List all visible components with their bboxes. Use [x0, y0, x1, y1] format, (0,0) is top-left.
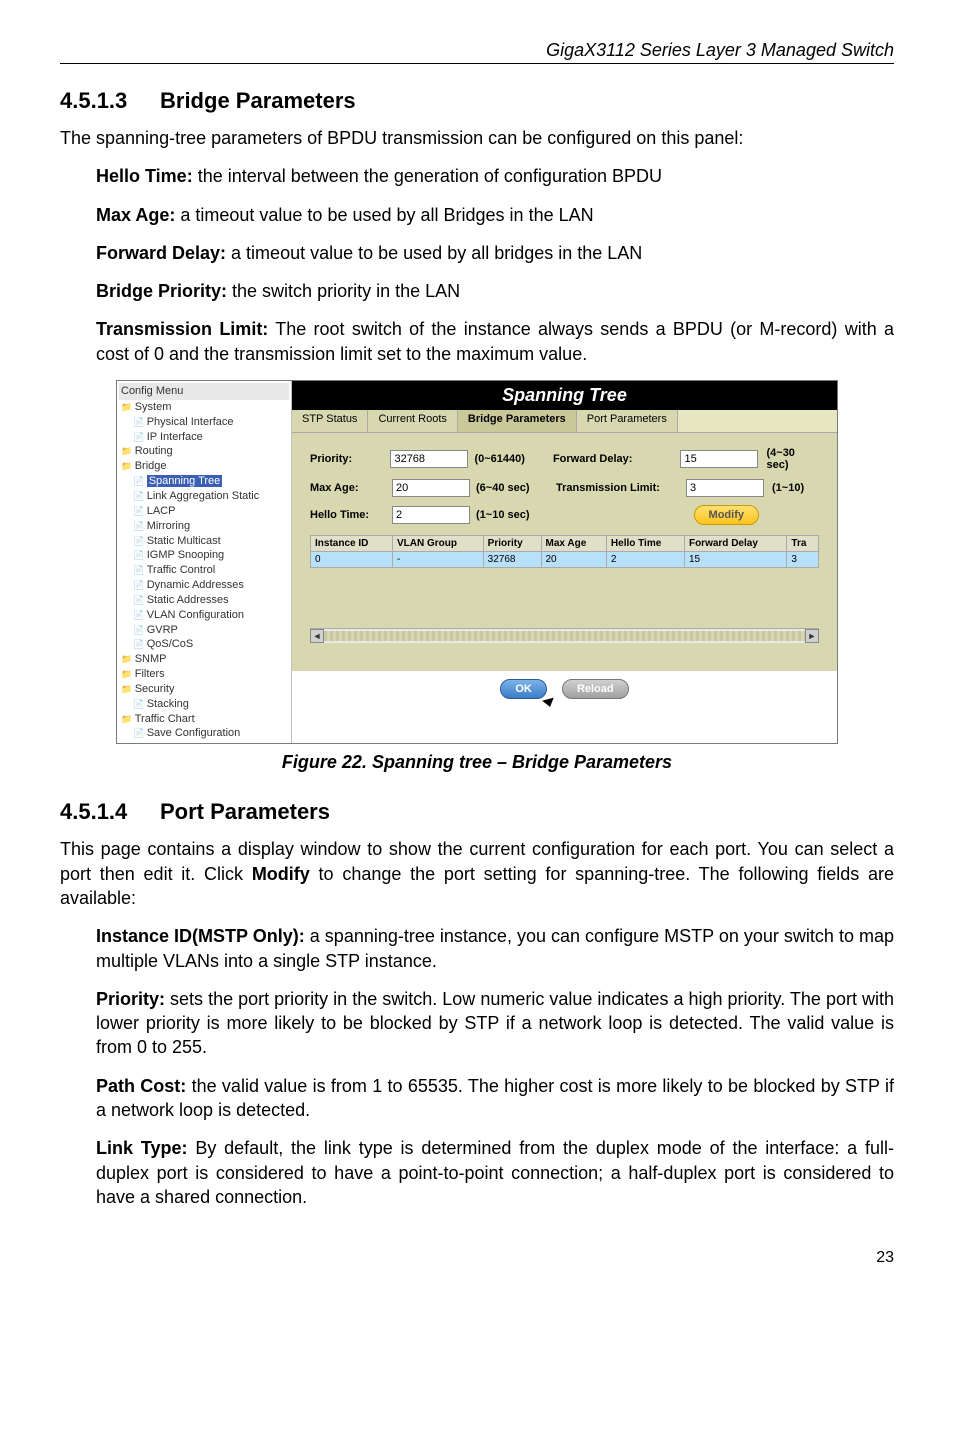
- tree-gvrp[interactable]: GVRP: [119, 623, 289, 638]
- path-cost-desc: Path Cost: the valid value is from 1 to …: [96, 1074, 894, 1123]
- max-age-label: Max Age:: [310, 482, 392, 494]
- scroll-left-arrow-icon[interactable]: ◄: [310, 629, 324, 643]
- tree-spanning-tree[interactable]: Spanning Tree: [119, 474, 289, 489]
- tree-system[interactable]: System: [119, 400, 289, 415]
- tree-bridge[interactable]: Bridge: [119, 459, 289, 474]
- grid-header[interactable]: VLAN Group: [392, 536, 483, 552]
- tree-mirroring[interactable]: Mirroring: [119, 519, 289, 534]
- transmission-limit-desc: Transmission Limit: The root switch of t…: [96, 317, 894, 366]
- tree-filters[interactable]: Filters: [119, 667, 289, 682]
- tree-traffic-chart[interactable]: Traffic Chart: [119, 712, 289, 727]
- instance-id-desc: Instance ID(MSTP Only): a spanning-tree …: [96, 924, 894, 973]
- tree-static-multicast[interactable]: Static Multicast: [119, 534, 289, 549]
- forward-delay-input[interactable]: [680, 450, 758, 468]
- hello-time-label: Hello Time:: [310, 509, 392, 521]
- tab-bar: STP Status Current Roots Bridge Paramete…: [292, 410, 837, 433]
- section-heading-port-parameters: 4.5.1.4Port Parameters: [60, 799, 894, 825]
- tree-link-agg-static[interactable]: Link Aggregation Static: [119, 489, 289, 504]
- transmission-limit-label: Transmission Limit:: [556, 482, 686, 494]
- tab-stp-status[interactable]: STP Status: [292, 410, 368, 432]
- tree-qos-cos[interactable]: QoS/CoS: [119, 637, 289, 652]
- tree-physical-interface[interactable]: Physical Interface: [119, 415, 289, 430]
- tab-port-parameters[interactable]: Port Parameters: [577, 410, 678, 432]
- tree-security[interactable]: Security: [119, 682, 289, 697]
- panel-title: Spanning Tree: [292, 381, 837, 410]
- bridge-params-form: Priority: (0~61440) Forward Delay: (4~30…: [292, 433, 837, 671]
- section-heading-bridge-parameters: 4.5.1.3Bridge Parameters: [60, 88, 894, 114]
- reload-button[interactable]: Reload: [562, 679, 629, 699]
- forward-delay-desc: Forward Delay: a timeout value to be use…: [96, 241, 894, 265]
- forward-delay-hint: (4~30 sec): [758, 447, 819, 471]
- port-params-intro: This page contains a display window to s…: [60, 837, 894, 910]
- transmission-limit-input[interactable]: [686, 479, 764, 497]
- max-age-input[interactable]: [392, 479, 470, 497]
- grid-header[interactable]: Tra: [787, 536, 819, 552]
- modify-button[interactable]: Modify: [694, 505, 759, 525]
- figure-22-screenshot: Config Menu System Physical Interface IP…: [116, 380, 838, 744]
- priority-hint: (0~61440): [468, 453, 552, 465]
- instance-grid: Instance ID VLAN Group Priority Max Age …: [310, 535, 819, 568]
- grid-header[interactable]: Max Age: [541, 536, 606, 552]
- grid-header[interactable]: Instance ID: [311, 536, 393, 552]
- tree-stacking[interactable]: Stacking: [119, 697, 289, 712]
- tree-traffic-control[interactable]: Traffic Control: [119, 563, 289, 578]
- max-age-desc: Max Age: a timeout value to be used by a…: [96, 203, 894, 227]
- figure-caption: Figure 22. Spanning tree – Bridge Parame…: [60, 752, 894, 773]
- running-header: GigaX3112 Series Layer 3 Managed Switch: [60, 40, 894, 61]
- grid-row[interactable]: 0 - 32768 20 2 15 3: [311, 552, 819, 568]
- forward-delay-label: Forward Delay:: [553, 453, 681, 465]
- hello-time-input[interactable]: [392, 506, 470, 524]
- scroll-right-arrow-icon[interactable]: ►: [805, 629, 819, 643]
- tree-routing[interactable]: Routing: [119, 444, 289, 459]
- priority-input[interactable]: [390, 450, 468, 468]
- tree-dynamic-addresses[interactable]: Dynamic Addresses: [119, 578, 289, 593]
- page-number: 23: [60, 1249, 894, 1267]
- intro-paragraph: The spanning-tree parameters of BPDU tra…: [60, 126, 894, 150]
- grid-header[interactable]: Priority: [483, 536, 541, 552]
- ok-button[interactable]: OK: [500, 679, 547, 699]
- hello-time-hint: (1~10 sec): [470, 509, 556, 521]
- grid-header[interactable]: Forward Delay: [684, 536, 786, 552]
- max-age-hint: (6~40 sec): [470, 482, 556, 494]
- priority-desc: Priority: sets the port priority in the …: [96, 987, 894, 1060]
- tab-current-roots[interactable]: Current Roots: [368, 410, 457, 432]
- tree-lacp[interactable]: LACP: [119, 504, 289, 519]
- tree-snmp[interactable]: SNMP: [119, 652, 289, 667]
- tree-igmp-snooping[interactable]: IGMP Snooping: [119, 548, 289, 563]
- tree-vlan-configuration[interactable]: VLAN Configuration: [119, 608, 289, 623]
- priority-label: Priority:: [310, 453, 390, 465]
- tree-ip-interface[interactable]: IP Interface: [119, 430, 289, 445]
- tree-static-addresses[interactable]: Static Addresses: [119, 593, 289, 608]
- transmission-limit-hint: (1~10): [764, 482, 804, 494]
- grid-header[interactable]: Hello Time: [606, 536, 684, 552]
- horizontal-scrollbar[interactable]: ◄ ►: [310, 628, 819, 643]
- tab-bridge-parameters[interactable]: Bridge Parameters: [458, 410, 577, 432]
- scroll-track[interactable]: [324, 631, 805, 641]
- tree-title: Config Menu: [119, 383, 289, 400]
- bridge-priority-desc: Bridge Priority: the switch priority in …: [96, 279, 894, 303]
- hello-time-desc: Hello Time: the interval between the gen…: [96, 164, 894, 188]
- config-menu-tree: Config Menu System Physical Interface IP…: [117, 381, 292, 743]
- link-type-desc: Link Type: By default, the link type is …: [96, 1136, 894, 1209]
- tree-save-configuration[interactable]: Save Configuration: [119, 726, 289, 741]
